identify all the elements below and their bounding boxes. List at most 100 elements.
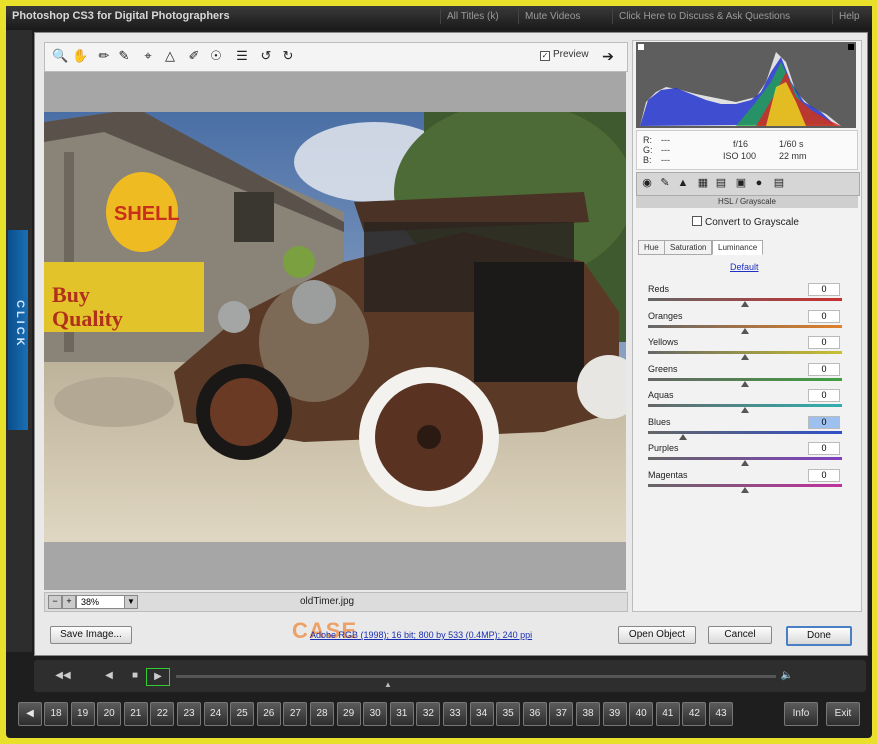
zoom-out-button[interactable]: − — [48, 595, 62, 609]
chapter-27[interactable]: 27 — [283, 702, 308, 726]
tab-presets-icon[interactable]: ▤ — [772, 176, 786, 190]
chapter-42[interactable]: 42 — [682, 702, 707, 726]
previous-icon[interactable]: ◀ — [98, 668, 120, 684]
tab-camera-calibration-icon[interactable]: ● — [752, 176, 766, 190]
slider-thumb-yellows[interactable] — [741, 354, 749, 360]
chapter-34[interactable]: 34 — [469, 702, 494, 726]
histogram — [636, 42, 856, 128]
retouch-icon[interactable]: ✐ — [186, 48, 202, 64]
slider-thumb-greens[interactable] — [741, 380, 749, 387]
chapter-20[interactable]: 20 — [97, 702, 122, 726]
chapter-26[interactable]: 26 — [256, 702, 281, 726]
mute-videos-link[interactable]: Mute Videos — [518, 9, 586, 24]
chapter-22[interactable]: 22 — [150, 702, 175, 726]
preview-checkbox[interactable]: ✓ — [540, 51, 550, 61]
tab-saturation[interactable]: Saturation — [664, 240, 713, 255]
slider-thumb-aquas[interactable] — [741, 407, 749, 413]
chapter-38[interactable]: 38 — [576, 702, 600, 726]
slider-value-yellows[interactable]: 0 — [808, 336, 840, 349]
crop-icon[interactable]: ⌖ — [140, 48, 156, 64]
info-button[interactable]: Info — [784, 702, 818, 726]
convert-grayscale-checkbox[interactable] — [692, 216, 702, 226]
help-link[interactable]: Help — [832, 9, 866, 24]
slider-value-oranges[interactable]: 0 — [808, 309, 840, 323]
chapter-32[interactable]: 32 — [416, 702, 441, 726]
chapter-28[interactable]: 28 — [310, 702, 334, 726]
slider-value-blues[interactable]: 0 — [808, 415, 840, 429]
chapter-prev-icon[interactable]: ◀ — [18, 702, 42, 726]
player-title: Photoshop CS3 for Digital Photographers — [12, 10, 230, 22]
chapter-41[interactable]: 41 — [655, 702, 680, 726]
red-eye-icon[interactable]: ☉ — [208, 48, 224, 64]
color-sampler-icon[interactable]: ✎ — [116, 48, 132, 64]
discuss-link[interactable]: Click Here to Discuss & Ask Questions — [612, 9, 796, 24]
hand-icon[interactable]: ✋ — [72, 48, 88, 64]
r-value: --- — [661, 135, 670, 145]
progress-track[interactable] — [176, 675, 776, 678]
slider-value-purples[interactable]: 0 — [808, 442, 840, 455]
chapter-29[interactable]: 29 — [336, 702, 361, 726]
chapter-37[interactable]: 37 — [549, 702, 574, 726]
chapter-35[interactable]: 35 — [496, 702, 521, 726]
tab-basic-icon[interactable]: ◉ — [640, 176, 654, 190]
straighten-icon[interactable]: △ — [162, 48, 178, 64]
done-button[interactable]: Done — [786, 626, 852, 646]
slider-thumb-magentas[interactable] — [741, 486, 749, 493]
tab-detail-icon[interactable]: ▲ — [676, 176, 690, 190]
chapter-18[interactable]: 18 — [44, 702, 68, 726]
chapter-19[interactable]: 19 — [70, 702, 95, 726]
stop-icon[interactable]: ■ — [124, 668, 146, 684]
tab-tone-curve-icon[interactable]: ✎ — [658, 176, 672, 190]
slider-value-reds[interactable]: 0 — [808, 283, 840, 296]
zoom-in-button[interactable]: + — [62, 595, 76, 609]
slider-value-aquas[interactable]: 0 — [808, 389, 840, 402]
chapter-25[interactable]: 25 — [230, 702, 255, 726]
fullscreen-icon[interactable]: ➔ — [600, 48, 616, 64]
chapter-40[interactable]: 40 — [629, 702, 654, 726]
slider-track-blues[interactable] — [648, 430, 842, 434]
zoom-icon[interactable]: 🔍 — [52, 48, 68, 64]
open-object-button[interactable]: Open Object — [618, 626, 696, 644]
slider-thumb-oranges[interactable] — [741, 327, 749, 334]
chapter-36[interactable]: 36 — [522, 702, 547, 726]
all-titles-link[interactable]: All Titles (k) — [440, 9, 505, 24]
preferences-icon[interactable]: ☰ — [234, 48, 250, 64]
chapter-31[interactable]: 31 — [389, 702, 414, 726]
preview-toggle[interactable]: ✓ Preview — [540, 49, 589, 61]
default-link[interactable]: Default — [730, 262, 759, 272]
aperture-value: f/16 — [733, 139, 749, 149]
chapter-43[interactable]: 43 — [709, 702, 733, 726]
zoom-dropdown[interactable]: ▼ — [124, 595, 138, 609]
workflow-options-link[interactable]: Adobe RGB (1998); 16 bit; 800 by 533 (0.… — [310, 630, 532, 640]
chapter-23[interactable]: 23 — [177, 702, 201, 726]
slider-label-blues: Blues — [648, 416, 671, 427]
rotate-right-icon[interactable]: ↻ — [280, 48, 296, 64]
tab-luminance[interactable]: Luminance — [712, 240, 764, 255]
slider-thumb-reds[interactable] — [741, 301, 749, 307]
slider-value-magentas[interactable]: 0 — [808, 468, 840, 482]
rotate-left-icon[interactable]: ↺ — [258, 48, 274, 64]
tab-lens-icon[interactable]: ▣ — [734, 176, 748, 190]
tab-split-toning-icon[interactable]: ▤ — [714, 176, 728, 190]
chapter-24[interactable]: 24 — [203, 702, 228, 726]
rewind-icon[interactable]: ◀◀ — [52, 668, 74, 684]
convert-grayscale-toggle[interactable]: Convert to Grayscale — [692, 216, 799, 228]
slider-value-greens[interactable]: 0 — [808, 362, 840, 376]
chapter-39[interactable]: 39 — [602, 702, 627, 726]
cancel-button[interactable]: Cancel — [708, 626, 772, 644]
chapter-21[interactable]: 21 — [123, 702, 148, 726]
slider-thumb-purples[interactable] — [741, 460, 749, 466]
volume-icon[interactable]: 🔈 — [776, 668, 798, 684]
tab-hsl-icon[interactable]: ▦ — [696, 176, 710, 190]
exit-button[interactable]: Exit — [826, 702, 860, 726]
progress-marker-icon[interactable]: ▲ — [384, 680, 392, 689]
chapter-30[interactable]: 30 — [363, 702, 388, 726]
zoom-level-field[interactable]: 38% — [76, 595, 126, 609]
slider-thumb-blues[interactable] — [678, 433, 687, 440]
save-image-button[interactable]: Save Image... — [50, 626, 132, 644]
chapter-33[interactable]: 33 — [443, 702, 467, 726]
white-balance-icon[interactable]: ✏ — [96, 48, 112, 64]
tab-hue[interactable]: Hue — [638, 240, 665, 255]
preview-image[interactable]: SHELL Buy Quality — [44, 112, 626, 542]
play-icon[interactable]: ▶ — [146, 668, 170, 686]
